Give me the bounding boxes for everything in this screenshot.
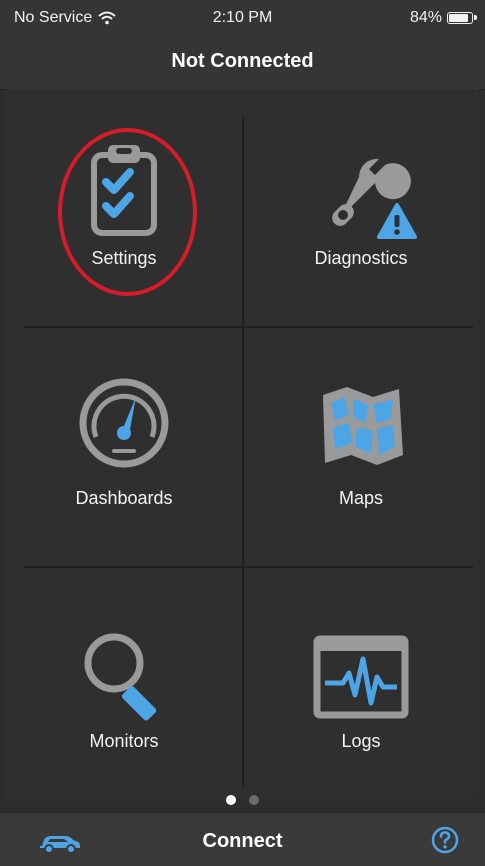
grid-divider-row-1 (24, 326, 473, 328)
settings-highlight-circle (58, 128, 197, 296)
page-dot-2[interactable] (249, 795, 259, 805)
connect-button[interactable]: Connect (0, 830, 485, 853)
waveform-log-icon (313, 635, 409, 719)
map-icon (323, 387, 403, 465)
connection-status-title: Not Connected (0, 38, 485, 90)
dashboards-label: Dashboards (75, 488, 173, 508)
logs-tile[interactable]: Logs (243, 567, 479, 799)
bottom-toolbar: Connect (0, 812, 485, 866)
gauge-icon (79, 378, 169, 468)
page-indicator[interactable] (0, 795, 485, 805)
magnifier-icon (84, 633, 157, 721)
battery-indicator: 84% (409, 9, 477, 27)
help-icon[interactable] (431, 826, 459, 854)
battery-icon (447, 12, 477, 24)
grid-divider-row-2 (24, 566, 473, 568)
maps-label: Maps (338, 488, 383, 508)
grid-divider-vertical (242, 118, 244, 786)
dashboards-tile[interactable]: Dashboards (6, 327, 242, 565)
status-bar: No Service 2:10 PM 84% (0, 0, 485, 38)
battery-percent: 84% (409, 9, 442, 26)
page-dot-1[interactable] (226, 795, 236, 805)
logs-label: Logs (341, 731, 381, 751)
diagnostics-tile[interactable]: Diagnostics (243, 89, 479, 325)
monitors-tile[interactable]: Monitors (6, 567, 242, 799)
wrench-warning-icon (332, 158, 417, 239)
maps-tile[interactable]: Maps (243, 327, 479, 565)
monitors-label: Monitors (89, 731, 159, 751)
diagnostics-label: Diagnostics (314, 248, 408, 268)
